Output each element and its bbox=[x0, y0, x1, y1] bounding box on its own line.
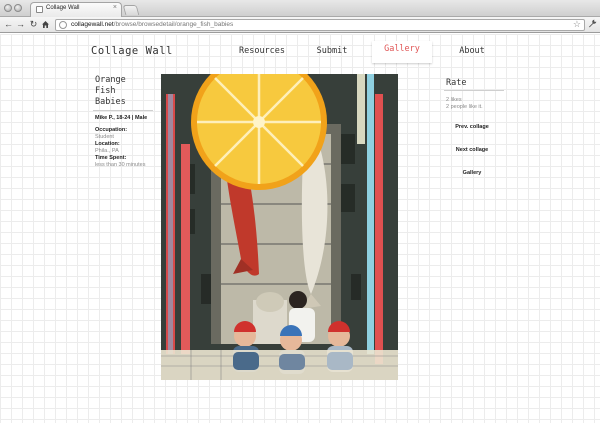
page-info-icon bbox=[59, 21, 67, 29]
browser-toolbar: ← → ↻ collagewall.net/browse/browsedetai… bbox=[0, 17, 600, 33]
location-value: Phila., PA bbox=[95, 148, 119, 154]
browser-tab[interactable]: Collage Wall × bbox=[30, 2, 122, 17]
page-body: Collage Wall Resources Submit Gallery Ab… bbox=[0, 34, 600, 423]
time-spent-value: less than 30 minutes bbox=[95, 162, 146, 168]
tab-title: Collage Wall bbox=[46, 5, 80, 11]
likes-count: 2 likes bbox=[446, 97, 462, 103]
star-icon[interactable]: ☆ bbox=[573, 19, 581, 30]
next-collage-button[interactable]: Next collage bbox=[444, 144, 500, 156]
close-window-button[interactable] bbox=[4, 4, 12, 12]
reload-icon[interactable]: ↻ bbox=[28, 18, 39, 31]
title-line: Orange bbox=[95, 75, 126, 85]
title-line: Babies bbox=[95, 97, 126, 107]
wrench-icon[interactable] bbox=[588, 19, 597, 30]
nav-resources[interactable]: Resources bbox=[232, 43, 292, 63]
gallery-button[interactable]: Gallery bbox=[444, 167, 500, 179]
time-spent-label: Time Spent: bbox=[95, 155, 127, 161]
window-titlebar: Collage Wall × bbox=[0, 0, 600, 17]
nav-about[interactable]: About bbox=[444, 43, 500, 63]
location-label: Location: bbox=[95, 141, 120, 147]
collage-title: Orange Fish Babies bbox=[95, 75, 126, 108]
collage-image bbox=[161, 74, 398, 380]
people-like-text: 2 people like it. bbox=[446, 104, 483, 110]
rate-divider bbox=[444, 90, 504, 91]
new-tab-button[interactable] bbox=[122, 5, 140, 15]
rate-heading: Rate bbox=[446, 78, 467, 88]
title-line: Fish bbox=[95, 86, 116, 96]
address-bar[interactable]: collagewall.net/browse/browsedetail/oran… bbox=[55, 19, 585, 31]
nav-gallery[interactable]: Gallery bbox=[372, 41, 432, 63]
minimize-window-button[interactable] bbox=[14, 4, 22, 12]
home-icon[interactable] bbox=[40, 18, 51, 31]
title-divider bbox=[93, 110, 153, 111]
site-logo[interactable]: Collage Wall bbox=[91, 45, 173, 57]
author-info: Mike P., 18-24 | Male bbox=[95, 115, 148, 121]
occupation-value: Student bbox=[95, 134, 114, 140]
nav-submit[interactable]: Submit bbox=[304, 43, 360, 63]
url-text: collagewall.net/browse/browsedetail/oran… bbox=[71, 21, 234, 28]
forward-arrow-icon[interactable]: → bbox=[15, 18, 26, 31]
favicon-icon bbox=[36, 6, 43, 13]
close-tab-icon[interactable]: × bbox=[113, 4, 117, 11]
occupation-label: Occupation: bbox=[95, 127, 128, 133]
back-arrow-icon[interactable]: ← bbox=[3, 18, 14, 31]
prev-collage-button[interactable]: Prev. collage bbox=[444, 121, 500, 133]
